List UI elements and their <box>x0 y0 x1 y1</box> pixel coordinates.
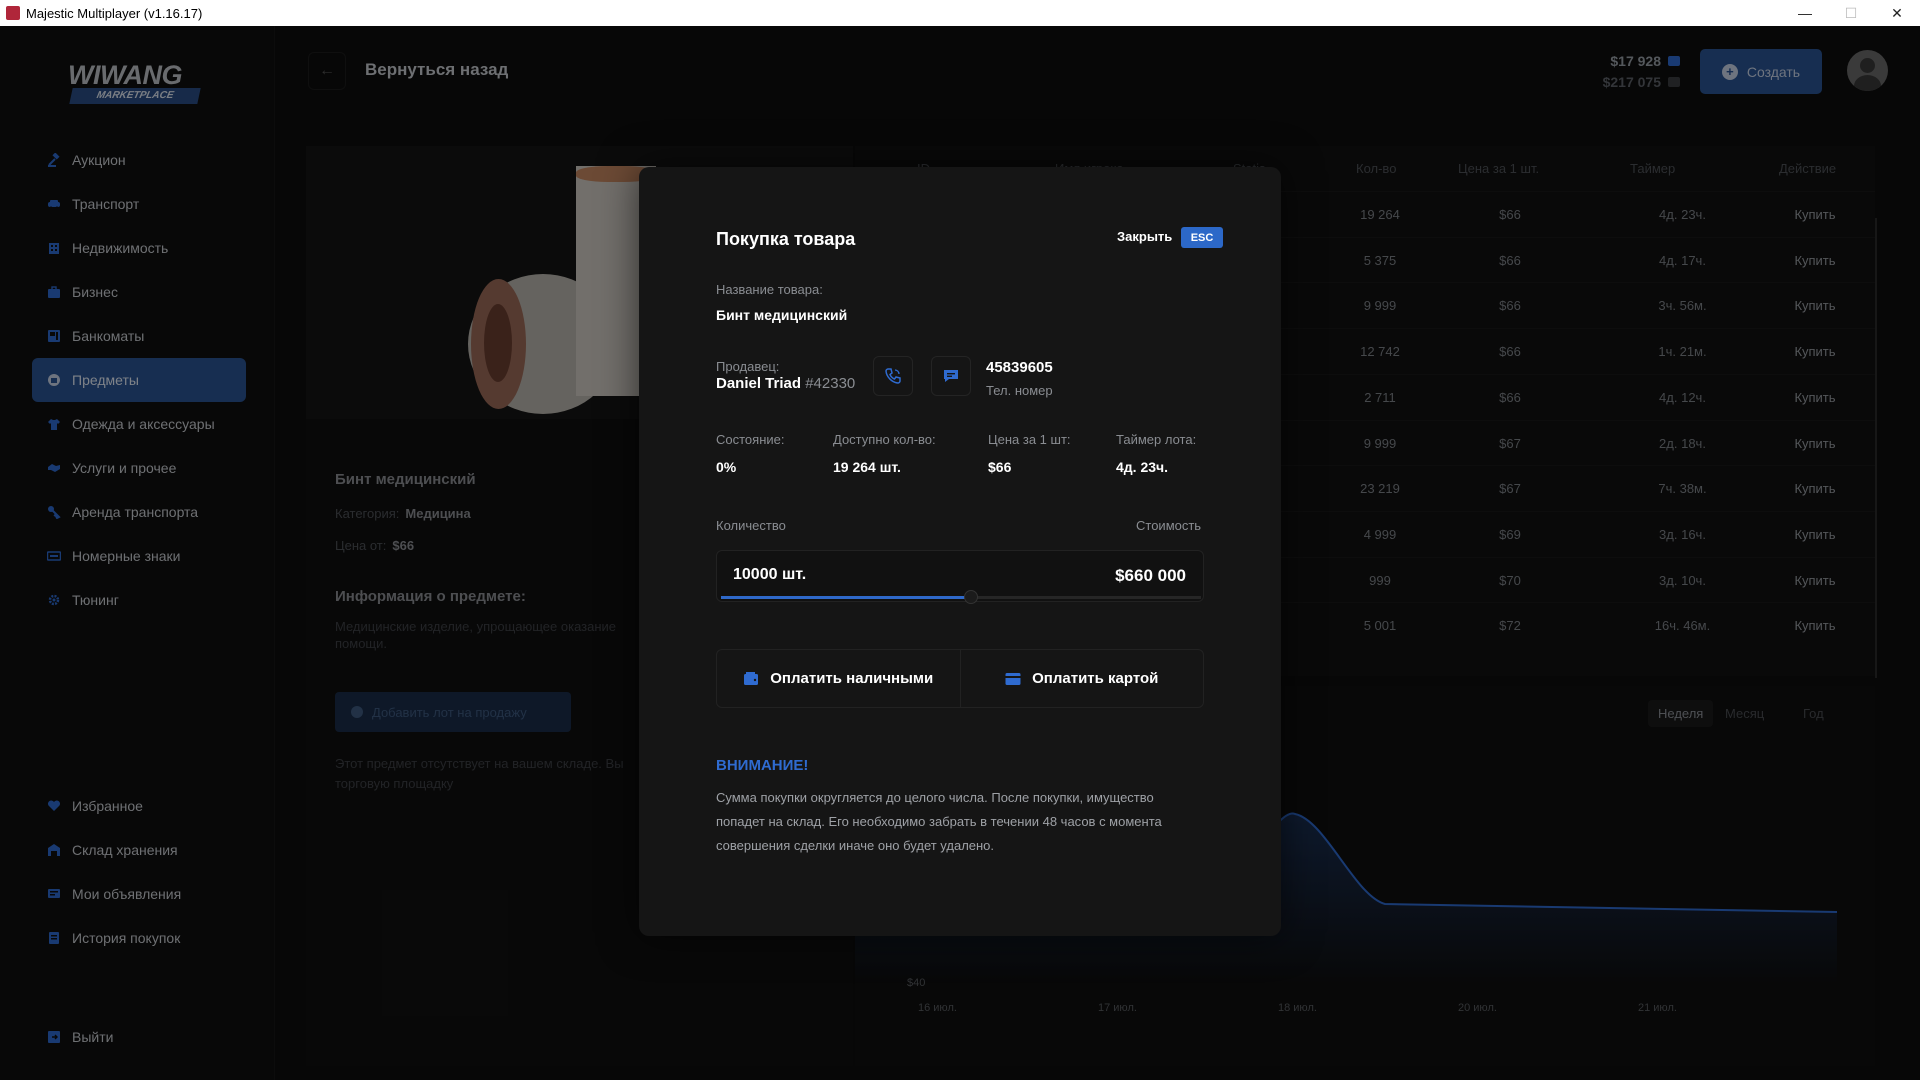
condition-value: 0% <box>716 459 737 475</box>
pay-cash-label: Оплатить наличными <box>770 670 934 687</box>
lot-timer-label: Таймер лота: <box>1116 432 1197 447</box>
unit-price-value: $66 <box>988 459 1012 475</box>
quantity-slider[interactable] <box>721 590 1201 604</box>
modal-close-button[interactable]: Закрыть <box>1117 229 1172 244</box>
pay-cash-button[interactable]: Оплатить наличными <box>717 650 960 707</box>
wallet-icon <box>743 671 759 686</box>
payment-options: Оплатить наличными Оплатить картой <box>716 649 1204 708</box>
warning-text: Сумма покупки округляется до целого числ… <box>716 790 1162 853</box>
window-title: Majestic Multiplayer (v1.16.17) <box>26 5 203 21</box>
quantity-slider-fill <box>721 596 971 599</box>
quantity-label: Количество <box>716 518 786 533</box>
available-label: Доступно кол-во: <box>833 432 936 447</box>
minimize-button[interactable]: — <box>1782 0 1828 26</box>
window-titlebar: Majestic Multiplayer (v1.16.17) — ☐ ✕ <box>0 0 1920 26</box>
pay-card-label: Оплатить картой <box>1032 670 1159 687</box>
product-name: Бинт медицинский <box>716 307 848 323</box>
seller-label: Продавец: <box>716 359 780 374</box>
unit-price-label: Цена за 1 шт: <box>988 432 1071 447</box>
quantity-slider-handle[interactable] <box>963 590 978 604</box>
call-button[interactable] <box>873 356 913 396</box>
purchase-modal: Покупка товара Закрыть ESC Название това… <box>639 167 1281 936</box>
seller-phone-label: Тел. номер <box>986 383 1053 398</box>
warning-title: ВНИМАНИЕ! <box>716 757 809 774</box>
seller-phone: 45839605 <box>986 359 1053 376</box>
window-close-button[interactable]: ✕ <box>1874 0 1920 26</box>
quantity-value[interactable]: 10000 шт. <box>733 566 806 584</box>
card-icon <box>1005 672 1021 686</box>
message-button[interactable] <box>931 356 971 396</box>
esc-badge[interactable]: ESC <box>1181 227 1223 248</box>
lot-timer-value: 4д. 23ч. <box>1116 459 1169 475</box>
total-cost: $660 000 <box>1115 566 1186 585</box>
quantity-input[interactable]: 10000 шт. $660 000 <box>716 550 1204 604</box>
pay-card-button[interactable]: Оплатить картой <box>959 650 1204 707</box>
cost-label: Стоимость <box>1136 518 1202 533</box>
phone-icon <box>885 368 901 384</box>
condition-label: Состояние: <box>716 432 785 447</box>
app-icon <box>6 6 20 20</box>
chat-icon <box>944 370 958 382</box>
maximize-button[interactable]: ☐ <box>1828 0 1874 26</box>
seller-name: Daniel Triad #42330 <box>716 375 856 392</box>
modal-title: Покупка товара <box>716 229 856 249</box>
product-name-label: Название товара: <box>716 282 823 297</box>
available-value: 19 264 шт. <box>833 459 901 475</box>
